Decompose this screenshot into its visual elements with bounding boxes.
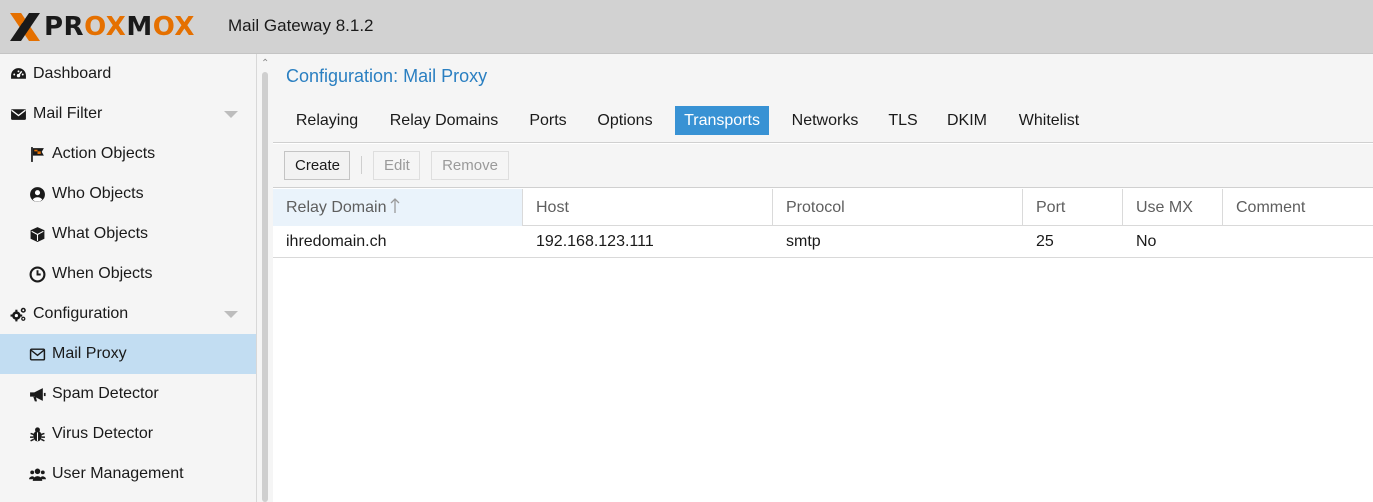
tab-options[interactable]: Options [589,106,661,135]
cell-host: 192.168.123.111 [536,233,654,250]
tab-dkim[interactable]: DKIM [939,106,995,135]
tab-whitelist[interactable]: Whitelist [1007,106,1091,135]
nav-item-action-objects[interactable]: Action Objects [0,134,256,174]
cell-protocol: smtp [786,233,821,250]
navigation-tree: Dashboard Mail Filter Action Objects Who… [0,54,256,502]
column-header-comment[interactable]: Comment [1223,189,1373,226]
sidebar-scrollbar[interactable]: ⌃ [256,54,273,502]
column-header-port[interactable]: Port [1023,189,1123,226]
logo-wordmark: PROXMOX [44,12,195,42]
edit-button[interactable]: Edit [373,151,420,180]
tab-transports[interactable]: Transports [675,106,769,135]
nav-item-mail-filter[interactable]: Mail Filter [0,94,256,134]
toolbar-separator [361,156,362,174]
users-icon [28,465,46,483]
sort-ascending-icon [391,198,400,213]
tab-ports[interactable]: Ports [517,106,579,135]
column-header-protocol[interactable]: Protocol [773,189,1023,226]
nav-label: Action Objects [52,145,156,162]
nav-label: Mail Filter [33,105,103,122]
nav-label: When Objects [52,265,153,282]
tab-tls[interactable]: TLS [881,106,925,135]
nav-label: Who Objects [52,185,144,202]
main-panel: Configuration: Mail Proxy Relaying Relay… [273,54,1373,502]
proxmox-x-icon [10,13,40,41]
nav-item-user-management[interactable]: User Management [0,454,256,494]
nav-item-virus-detector[interactable]: Virus Detector [0,414,256,454]
nav-item-spam-detector[interactable]: Spam Detector [0,374,256,414]
gears-icon [9,305,27,323]
scroll-up-icon[interactable]: ⌃ [261,58,269,69]
grid-header: Relay Domain Host Protocol Port Use MX C… [273,189,1373,226]
bug-icon [28,425,46,443]
nav-label: Configuration [33,305,129,322]
nav-label: User Management [52,465,184,482]
cube-icon [28,225,46,243]
clock-icon [28,265,46,283]
collapse-caret-icon[interactable] [224,311,238,318]
nav-item-when-objects[interactable]: When Objects [0,254,256,294]
nav-item-configuration[interactable]: Configuration [0,294,256,334]
table-row[interactable]: ihredomain.ch 192.168.123.111 smtp 25 No [273,226,1373,258]
collapse-caret-icon[interactable] [224,111,238,118]
envelope-icon [9,105,27,123]
envelope-outline-icon [28,345,46,363]
nav-label: Virus Detector [52,425,154,442]
nav-item-who-objects[interactable]: Who Objects [0,174,256,214]
grid-toolbar: Create Edit Remove [273,144,1373,188]
column-header-use-mx[interactable]: Use MX [1123,189,1223,226]
nav-item-mail-proxy[interactable]: Mail Proxy [0,334,256,374]
flag-icon [28,145,46,163]
page-title: Configuration: Mail Proxy [286,66,488,86]
dashboard-icon [9,65,27,83]
proxmox-logo[interactable]: PROXMOX [8,11,195,43]
nav-item-dashboard[interactable]: Dashboard [0,54,256,94]
nav-label: What Objects [52,225,149,242]
nav-label: Mail Proxy [52,345,127,362]
remove-button[interactable]: Remove [431,151,509,180]
product-version: Mail Gateway 8.1.2 [228,16,374,35]
column-header-relay-domain[interactable]: Relay Domain [273,189,523,226]
top-header: PROXMOX Mail Gateway 8.1.2 [0,0,1373,54]
column-header-host[interactable]: Host [523,189,773,226]
tab-networks[interactable]: Networks [783,106,867,135]
cell-relay-domain: ihredomain.ch [286,233,387,250]
column-label: Relay Domain [286,199,387,216]
tab-relaying[interactable]: Relaying [283,106,371,135]
cell-comment [1223,226,1373,258]
nav-label: Spam Detector [52,385,159,402]
scrollbar-thumb[interactable] [262,72,268,502]
user-circle-icon [28,185,46,203]
bullhorn-icon [28,385,46,403]
nav-item-what-objects[interactable]: What Objects [0,214,256,254]
panel-header: Configuration: Mail Proxy Relaying Relay… [273,54,1373,143]
create-button[interactable]: Create [284,151,350,180]
cell-port: 25 [1036,233,1054,250]
cell-use-mx: No [1136,233,1157,250]
tab-relay-domains[interactable]: Relay Domains [381,106,507,135]
nav-label: Dashboard [33,65,112,82]
